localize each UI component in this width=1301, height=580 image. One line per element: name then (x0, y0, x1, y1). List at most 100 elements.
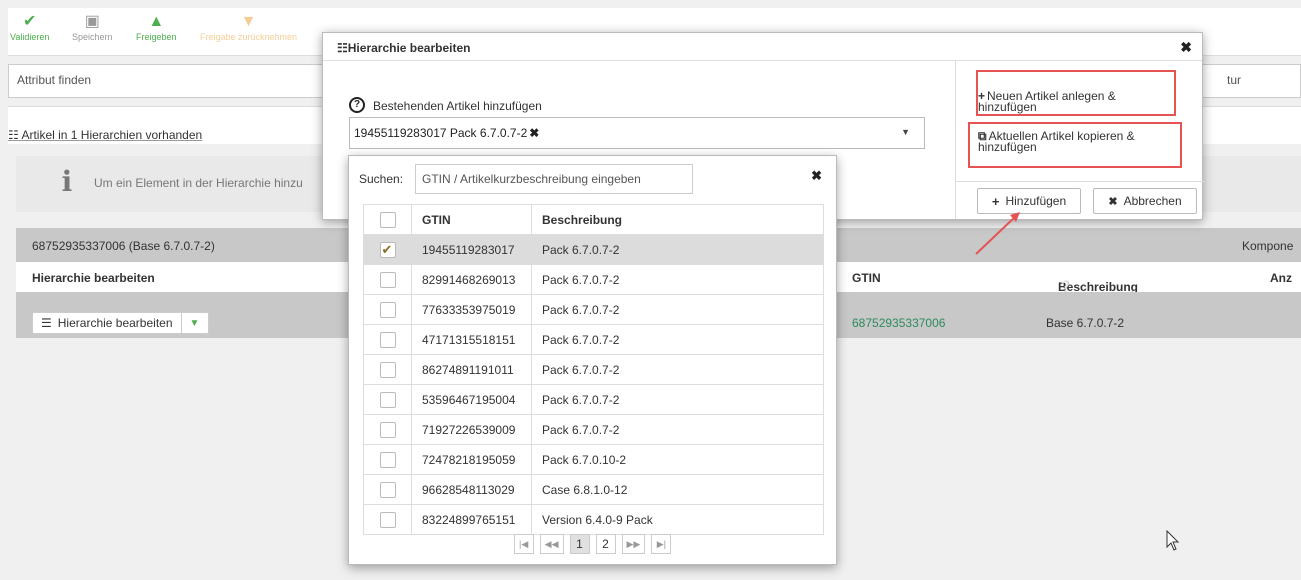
components-label: Kompone (1242, 239, 1294, 253)
existing-article-select[interactable]: 19455119283017 Pack 6.7.0.7-2 ✖ ▼ (349, 117, 925, 149)
close-icon: ✖ (1108, 195, 1118, 208)
row-gtin: 77633353975019 (411, 294, 532, 325)
row-gtin: 53596467195004 (411, 384, 532, 415)
modal-close-icon[interactable]: ✖ (1180, 39, 1192, 56)
row-description: Version 6.4.0-9 Pack (531, 504, 824, 535)
row-checkbox[interactable] (379, 301, 396, 318)
row-checkbox-cell (363, 384, 412, 415)
article-search-input[interactable] (415, 164, 693, 194)
row-gtin: 71927226539009 (411, 414, 532, 445)
hierarchy-section-title[interactable]: ☷ Artikel in 1 Hierarchien vorhanden (8, 128, 202, 142)
row-gtin-link[interactable]: 68752935337006 (852, 316, 945, 330)
cancel-button-label: Abbrechen (1123, 194, 1182, 208)
first-page-icon[interactable]: |◀ (513, 534, 534, 554)
revoke-approval-button[interactable]: ▼ Freigabe zurücknehmen (200, 12, 297, 42)
row-checkbox[interactable] (379, 391, 396, 408)
sitemap-icon: ☷ (8, 128, 19, 142)
select-all-checkbox[interactable] (379, 211, 396, 228)
article-row[interactable]: 53596467195004 Pack 6.7.0.7-2 (363, 384, 824, 415)
attribute-search-placeholder: Attribut finden (17, 73, 92, 87)
base-article-label: 68752935337006 (Base 6.7.0.7-2) (32, 239, 215, 253)
question-circle-icon[interactable]: ? (349, 97, 365, 113)
article-row[interactable]: 82991468269013 Pack 6.7.0.7-2 (363, 264, 824, 295)
remove-tag-icon[interactable]: ✖ (529, 126, 539, 140)
validate-label: Validieren (10, 32, 50, 42)
row-checkbox-cell (363, 234, 412, 265)
article-row[interactable]: 83224899765151 Version 6.4.0-9 Pack (363, 504, 824, 535)
row-description: Pack 6.7.0.7-2 (531, 384, 824, 415)
row-description: Base 6.7.0.7-2 (1046, 316, 1125, 330)
save-button[interactable]: ▣ Speichern (72, 12, 113, 42)
add-button[interactable]: + Hinzufügen (977, 188, 1081, 214)
last-page-icon[interactable]: ▶| (651, 534, 672, 554)
next-page-icon[interactable]: ▶▶ (621, 534, 646, 554)
row-description: Pack 6.7.0.7-2 (531, 324, 824, 355)
row-checkbox[interactable] (379, 361, 396, 378)
row-checkbox-cell (363, 474, 412, 505)
modal-title: ☷Hierarchie bearbeiten (337, 41, 470, 55)
edit-hierarchy-label: Hierarchie bearbeiten (57, 316, 173, 330)
dropdown-close-icon[interactable]: ✖ (811, 168, 822, 184)
modal-header: ☷Hierarchie bearbeiten ✖ (323, 33, 1202, 61)
row-checkbox-cell (363, 444, 412, 475)
attribute-right-fragment: tur (1227, 73, 1242, 87)
row-checkbox[interactable] (379, 451, 396, 468)
sitemap-icon: ☷ (337, 41, 348, 55)
article-table-header: GTIN Beschreibung (363, 204, 824, 235)
row-checkbox[interactable] (379, 511, 396, 528)
row-description: Pack 6.7.0.7-2 (531, 264, 824, 295)
article-row[interactable]: 47171315518151 Pack 6.7.0.7-2 (363, 324, 824, 355)
row-checkbox[interactable] (379, 331, 396, 348)
article-table: GTIN Beschreibung 19455119283017Pack 6.7… (363, 204, 824, 535)
page-2-button[interactable]: 2 (595, 534, 616, 554)
row-description: Case 6.8.1.0-12 (531, 474, 824, 505)
mouse-cursor-icon (1166, 530, 1180, 551)
edit-hierarchy-dropdown-button[interactable]: ☰ Hierarchie bearbeiten ▼ (32, 312, 209, 334)
validate-button[interactable]: ✔ Validieren (10, 12, 49, 42)
pagination: |◀ ◀◀ 1 2 ▶▶ ▶| (349, 534, 836, 554)
col-desc-header: Beschreibung (531, 204, 824, 235)
approve-label: Freigeben (136, 32, 177, 42)
row-checkbox[interactable] (379, 271, 396, 288)
selected-article-tag[interactable]: 19455119283017 Pack 6.7.0.7-2 ✖ (354, 126, 539, 140)
caret-down-icon[interactable]: ▼ (182, 318, 208, 329)
cancel-button[interactable]: ✖ Abbrechen (1093, 188, 1197, 214)
prev-page-icon[interactable]: ◀◀ (539, 534, 564, 554)
article-row[interactable]: 77633353975019 Pack 6.7.0.7-2 (363, 294, 824, 325)
col-hierarchy: Hierarchie bearbeiten (32, 271, 155, 285)
article-row[interactable]: 96628548113029 Case 6.8.1.0-12 (363, 474, 824, 505)
annotation-box-new-article (976, 70, 1176, 116)
row-checkbox-cell (363, 504, 412, 535)
article-row[interactable]: 86274891191011 Pack 6.7.0.7-2 (363, 354, 824, 385)
select-all-cell (363, 204, 412, 235)
check-icon: ✔ (22, 13, 37, 30)
row-checkbox[interactable] (379, 481, 396, 498)
row-checkbox-cell (363, 264, 412, 295)
article-row[interactable]: 71927226539009 Pack 6.7.0.7-2 (363, 414, 824, 445)
row-description: Pack 6.7.0.10-2 (531, 444, 824, 475)
select-arrow-icon[interactable]: ▼ (901, 127, 910, 137)
list-icon: ☰ (41, 316, 52, 330)
row-gtin: 83224899765151 (411, 504, 532, 535)
row-checkbox[interactable] (379, 241, 396, 258)
info-text: Um ein Element in der Hierarchie hinzu (94, 176, 303, 190)
row-description: Pack 6.7.0.7-2 (531, 354, 824, 385)
article-row[interactable]: 19455119283017Pack 6.7.0.7-2 (363, 234, 824, 265)
row-description: Pack 6.7.0.7-2 (531, 414, 824, 445)
thumbs-up-icon: ▲ (148, 13, 165, 30)
floppy-disk-icon: ▣ (84, 13, 100, 30)
row-gtin: 72478218195059 (411, 444, 532, 475)
row-checkbox[interactable] (379, 421, 396, 438)
search-label: Suchen: (359, 172, 404, 186)
row-gtin: 86274891191011 (411, 354, 532, 385)
article-row[interactable]: 72478218195059 Pack 6.7.0.10-2 (363, 444, 824, 475)
col-gtin: GTIN (852, 271, 881, 285)
selected-article-text: 19455119283017 Pack 6.7.0.7-2 (354, 126, 528, 140)
row-gtin: 47171315518151 (411, 324, 532, 355)
row-checkbox-cell (363, 414, 412, 445)
approve-button[interactable]: ▲ Freigeben (136, 12, 177, 42)
edit-hierarchy-button[interactable]: ☰ Hierarchie bearbeiten (33, 313, 182, 333)
row-checkbox-cell (363, 294, 412, 325)
row-checkbox-cell (363, 324, 412, 355)
page-1-button[interactable]: 1 (569, 534, 590, 554)
